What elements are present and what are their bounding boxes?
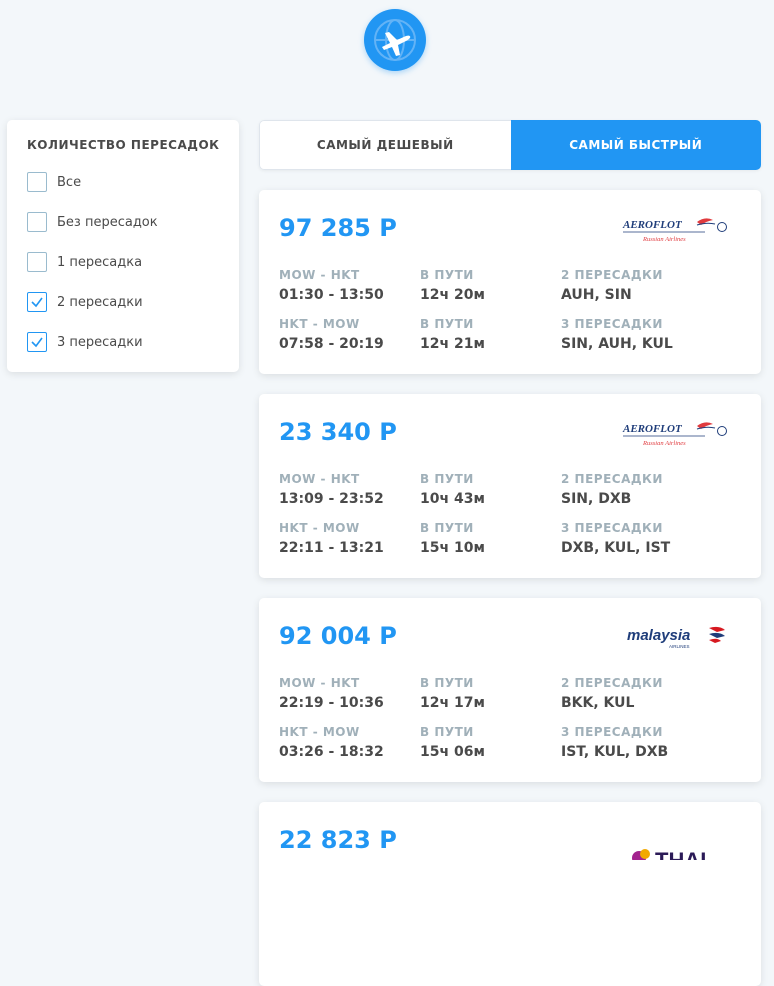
- checkmark-icon: [31, 337, 43, 348]
- segment-stops-label: 2 пересадки: [561, 472, 663, 486]
- segment-time: 22:19 - 10:36: [279, 695, 384, 711]
- segment-duration: 15ч 10м: [420, 540, 485, 556]
- svg-text:Russian Airlines: Russian Airlines: [642, 236, 686, 243]
- segment-duration-label: В пути: [420, 676, 474, 690]
- aeroflot-logo: AEROFLOT Russian Airlines: [622, 422, 727, 447]
- segment-time: 01:30 - 13:50: [279, 287, 384, 303]
- ticket-price: 97 285 Р: [279, 214, 397, 242]
- malaysia-logo: malaysia AIRLINES: [627, 626, 725, 649]
- segment-route: MOW - HKT: [279, 268, 360, 282]
- segment-duration: 12ч 17м: [420, 695, 485, 711]
- segment-stops: DXB, KUL, IST: [561, 540, 671, 556]
- filter-3-transfers[interactable]: 3 пересадки: [27, 332, 227, 352]
- segment-route: HKT - MOW: [279, 317, 360, 331]
- checkbox[interactable]: [27, 172, 47, 192]
- tab-fastest[interactable]: Самый быстрый: [510, 120, 761, 170]
- segment-time: 22:11 - 13:21: [279, 540, 384, 556]
- ticket-card[interactable]: 97 285 Р AEROFLOT Russian Airlines MOW -…: [259, 190, 761, 374]
- ticket-card[interactable]: 23 340 Р AEROFLOT Russian Airlines MOW -…: [259, 394, 761, 578]
- segment-route: HKT - MOW: [279, 521, 360, 535]
- thai-logo: THAI: [632, 848, 706, 860]
- ticket-price: 22 823 Р: [279, 826, 397, 854]
- segment-duration-label: В пути: [420, 268, 474, 282]
- segment-stops-label: 2 пересадки: [561, 268, 663, 282]
- segment-stops: BKK, KUL: [561, 695, 635, 711]
- app-logo: [364, 9, 426, 71]
- segment-duration-label: В пути: [420, 472, 474, 486]
- segment-duration: 10ч 43м: [420, 491, 485, 507]
- segment-duration: 15ч 06м: [420, 744, 485, 760]
- segment-time: 13:09 - 23:52: [279, 491, 384, 507]
- segment-duration: 12ч 21м: [420, 336, 485, 352]
- ticket-price: 23 340 Р: [279, 418, 397, 446]
- filters-title: Количество пересадок: [27, 138, 220, 152]
- checkmark-icon: [31, 297, 43, 308]
- segment-route: MOW - HKT: [279, 676, 360, 690]
- transfers-filter-panel: Количество пересадок Все Без пересадок 1…: [7, 120, 239, 372]
- checkbox[interactable]: [27, 212, 47, 232]
- svg-text:THAI: THAI: [655, 848, 706, 860]
- filter-label: Без пересадок: [57, 214, 158, 230]
- sort-tabs: Самый дешевый Самый быстрый: [259, 120, 761, 170]
- svg-text:AIRLINES: AIRLINES: [669, 644, 690, 649]
- checkbox[interactable]: [27, 332, 47, 352]
- segment-duration-label: В пути: [420, 521, 474, 535]
- segment-duration-label: В пути: [420, 317, 474, 331]
- segment-duration: 12ч 20м: [420, 287, 485, 303]
- segment-stops: SIN, AUH, KUL: [561, 336, 673, 352]
- segment-stops-label: 3 пересадки: [561, 725, 663, 739]
- ticket-price: 92 004 Р: [279, 622, 397, 650]
- ticket-card[interactable]: 92 004 Р malaysia AIRLINES MOW - HKT 22:…: [259, 598, 761, 782]
- segment-time: 03:26 - 18:32: [279, 744, 384, 760]
- filter-label: 3 пересадки: [57, 334, 143, 350]
- segment-stops-label: 3 пересадки: [561, 317, 663, 331]
- filter-no-transfers[interactable]: Без пересадок: [27, 212, 227, 232]
- checkbox[interactable]: [27, 252, 47, 272]
- segment-duration-label: В пути: [420, 725, 474, 739]
- aeroflot-logo: AEROFLOT Russian Airlines: [622, 218, 727, 243]
- segment-stops: AUH, SIN: [561, 287, 632, 303]
- segment-stops: IST, KUL, DXB: [561, 744, 669, 760]
- svg-text:malaysia: malaysia: [627, 627, 690, 644]
- segment-stops-label: 2 пересадки: [561, 676, 663, 690]
- segment-route: MOW - HKT: [279, 472, 360, 486]
- checkbox[interactable]: [27, 292, 47, 312]
- svg-text:Russian Airlines: Russian Airlines: [642, 440, 686, 447]
- tab-cheapest[interactable]: Самый дешевый: [259, 120, 511, 170]
- filter-all[interactable]: Все: [27, 172, 227, 192]
- segment-stops-label: 3 пересадки: [561, 521, 663, 535]
- segment-time: 07:58 - 20:19: [279, 336, 384, 352]
- ticket-card[interactable]: 22 823 Р THAI: [259, 802, 761, 986]
- filter-label: Все: [57, 174, 82, 190]
- filter-1-transfer[interactable]: 1 пересадка: [27, 252, 227, 272]
- airplane-globe-icon: [374, 19, 416, 61]
- svg-text:AEROFLOT: AEROFLOT: [622, 423, 683, 435]
- segment-route: HKT - MOW: [279, 725, 360, 739]
- svg-text:AEROFLOT: AEROFLOT: [622, 219, 683, 231]
- filter-label: 1 пересадка: [57, 254, 143, 270]
- filter-2-transfers[interactable]: 2 пересадки: [27, 292, 227, 312]
- filter-label: 2 пересадки: [57, 294, 143, 310]
- segment-stops: SIN, DXB: [561, 491, 632, 507]
